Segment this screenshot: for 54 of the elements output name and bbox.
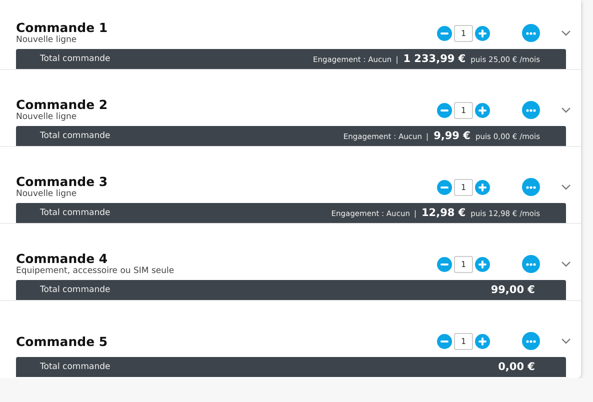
order-title: Commande 5 [16,334,109,348]
more-options-button[interactable] [522,101,540,119]
ellipsis-icon [526,32,536,34]
total-label: Total commande [40,54,112,64]
ellipsis-icon [526,108,536,112]
total-price: 9,99 € [434,130,470,142]
quantity-field[interactable]: 1 [454,332,473,350]
total-price: 12,98 € [421,207,466,219]
quantity-field[interactable]: 1 [454,178,473,196]
total-label: Total commande [40,131,112,141]
ellipsis-icon [526,340,536,342]
order-title: Commande 2 [16,97,109,112]
plus-icon [478,260,487,268]
chevron-down-icon[interactable] [561,30,571,36]
more-options-button[interactable] [522,178,540,196]
total-label: Total commande [40,208,112,218]
decrease-button[interactable] [437,256,452,272]
more-options-button[interactable] [522,24,540,42]
order-title: Commande 4 [16,251,109,266]
order-subtitle: Nouvelle ligne [16,112,78,123]
order-subtitle: Nouvelle ligne [16,189,78,200]
chevron-down-icon[interactable] [561,338,571,344]
ellipsis-icon [526,186,536,188]
total-label: Total commande [40,362,112,372]
quantity-field[interactable]: 1 [454,102,473,118]
chevron-down-icon[interactable] [561,184,571,190]
more-options-button[interactable] [522,255,540,273]
increase-button[interactable] [475,334,490,348]
chevron-down-icon[interactable] [561,107,571,113]
decrease-button[interactable] [437,102,452,118]
quantity-field[interactable]: 1 [454,256,473,272]
total-price: 99,00 € [490,284,535,296]
more-options-button[interactable] [522,332,540,350]
decrease-button[interactable] [437,180,452,194]
total-label: Total commande [40,285,112,295]
chevron-down-icon[interactable] [561,261,571,267]
increase-button[interactable] [475,102,490,118]
quantity-field[interactable]: 1 [454,24,473,42]
plus-icon [478,28,487,38]
increase-button[interactable] [475,256,490,272]
total-price: 0,00 € [498,361,535,373]
increase-button[interactable] [475,180,490,194]
increase-button[interactable] [475,26,490,40]
decrease-button[interactable] [437,334,452,348]
order-subtitle: Equipement, accessoire ou SIM seule [16,266,176,277]
decrease-button[interactable] [437,26,452,40]
ellipsis-icon [526,262,536,266]
plus-icon [478,106,487,114]
plus-icon [478,336,487,346]
total-price: 1 233,99 € [403,53,466,65]
plus-icon [478,182,487,192]
order-title: Commande 1 [16,20,109,35]
order-subtitle: Nouvelle ligne [16,35,78,46]
order-title: Commande 3 [16,174,109,189]
